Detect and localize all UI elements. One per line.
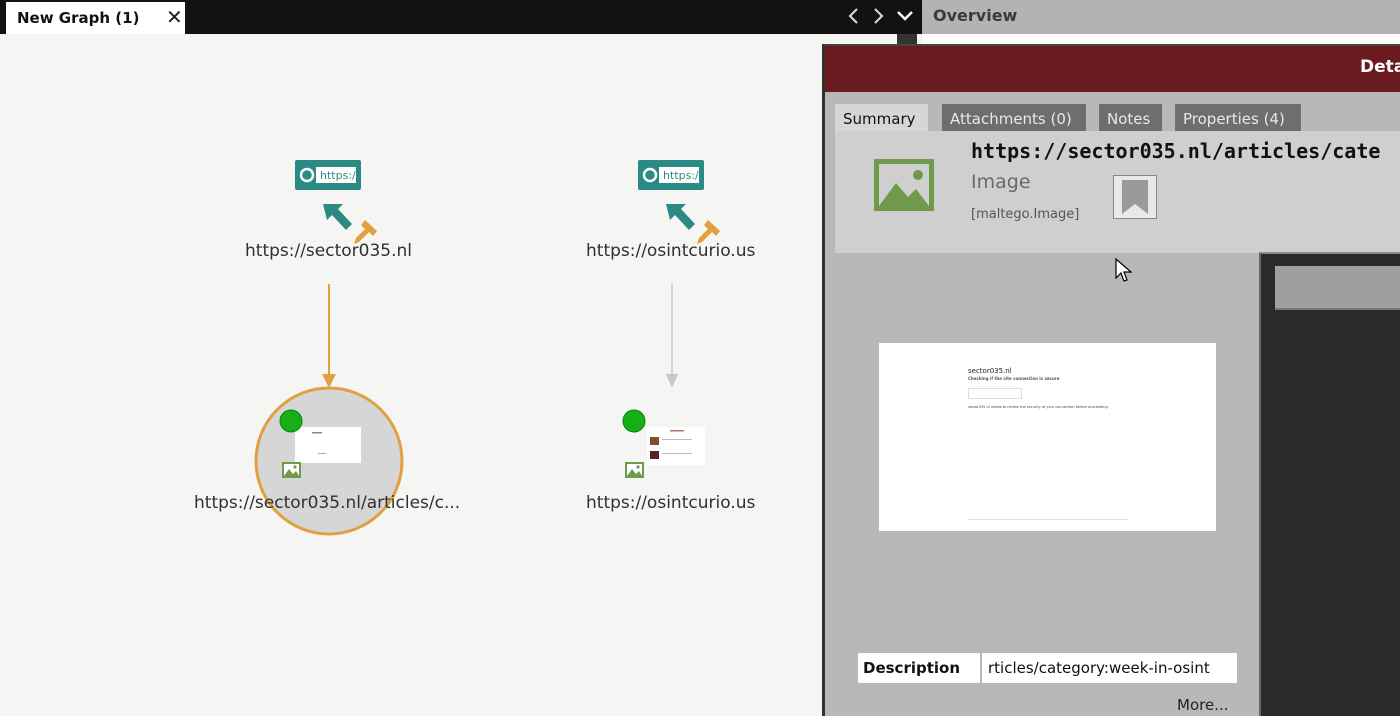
tab-attachments[interactable]: Attachments (0) (942, 104, 1086, 132)
bookmark-button[interactable] (1113, 175, 1157, 219)
tab-new-graph[interactable]: New Graph (1) ✕ (6, 2, 185, 34)
image-entity-icon (874, 159, 934, 211)
properties-header (1275, 266, 1400, 310)
node-label[interactable]: https://sector035.nl (245, 241, 412, 261)
graph-edge[interactable] (666, 284, 678, 388)
image-icon (282, 462, 301, 478)
status-dot-icon (622, 409, 646, 433)
detail-view-panel: Deta Summary Attachments (0) Notes Prope… (822, 44, 1400, 716)
preview-captcha-box (968, 388, 1022, 399)
overview-title: Overview (933, 6, 1018, 25)
preview-heading: Checking if the site connection is secur… (968, 376, 1060, 381)
mouse-cursor-icon (1115, 258, 1133, 282)
scroll-stub (897, 34, 917, 44)
chevron-down-icon[interactable] (893, 3, 917, 29)
entity-class: [maltego.Image] (971, 207, 1080, 222)
node-label[interactable]: https://osintcurio.us (586, 241, 755, 261)
https-badge-text: https:// (663, 169, 703, 182)
tab-notes[interactable]: Notes (1099, 104, 1162, 132)
tab-title: New Graph (1) (17, 9, 140, 27)
close-icon[interactable]: ✕ (166, 6, 183, 28)
bookmark-icon (1122, 180, 1148, 214)
overview-panel: Overview (922, 0, 1400, 34)
properties-pane (1259, 252, 1400, 716)
more-link[interactable]: More... (1177, 696, 1229, 714)
https-badge-text: https:// (320, 169, 360, 182)
editor-tab-strip: New Graph (1) ✕ (0, 0, 922, 34)
description-value[interactable]: rticles/category:week-in-osint (982, 653, 1237, 683)
status-dot-icon (279, 409, 303, 433)
entity-summary: https://sector035.nl/articles/cate Image… (835, 131, 1400, 253)
preview-divider (968, 519, 1128, 520)
overview-canvas[interactable] (922, 34, 1400, 50)
node-label[interactable]: https://sector035.nl/articles/c... (194, 493, 460, 513)
preview-body: sector035.nl needs to review the securit… (968, 405, 1109, 409)
entity-url[interactable]: https://sector035.nl/articles/cate (971, 139, 1380, 163)
tab-summary[interactable]: Summary (835, 104, 928, 132)
graph-canvas[interactable]: https:// https:// https://sector035.nl h… (0, 34, 822, 716)
entity-type: Image (971, 171, 1031, 193)
image-preview[interactable]: sector035.nl Checking if the site connec… (879, 343, 1216, 531)
tab-properties[interactable]: Properties (4) (1175, 104, 1301, 132)
image-node-thumbnail[interactable] (647, 427, 705, 465)
website-icon[interactable]: https:// (295, 160, 361, 230)
image-icon (625, 462, 644, 478)
node-label[interactable]: https://osintcurio.us (586, 493, 755, 513)
preview-site: sector035.nl (968, 367, 1012, 375)
website-icon[interactable]: https:// (638, 160, 704, 230)
chevron-right-icon[interactable] (868, 3, 888, 29)
graph-drawing: https:// https:// (254, 160, 720, 536)
detail-title: Deta (1360, 57, 1400, 77)
description-label: Description (858, 653, 980, 683)
chevron-left-icon[interactable] (844, 3, 864, 29)
graph-edge-selected[interactable] (322, 284, 336, 388)
detail-header[interactable]: Deta (825, 44, 1400, 92)
